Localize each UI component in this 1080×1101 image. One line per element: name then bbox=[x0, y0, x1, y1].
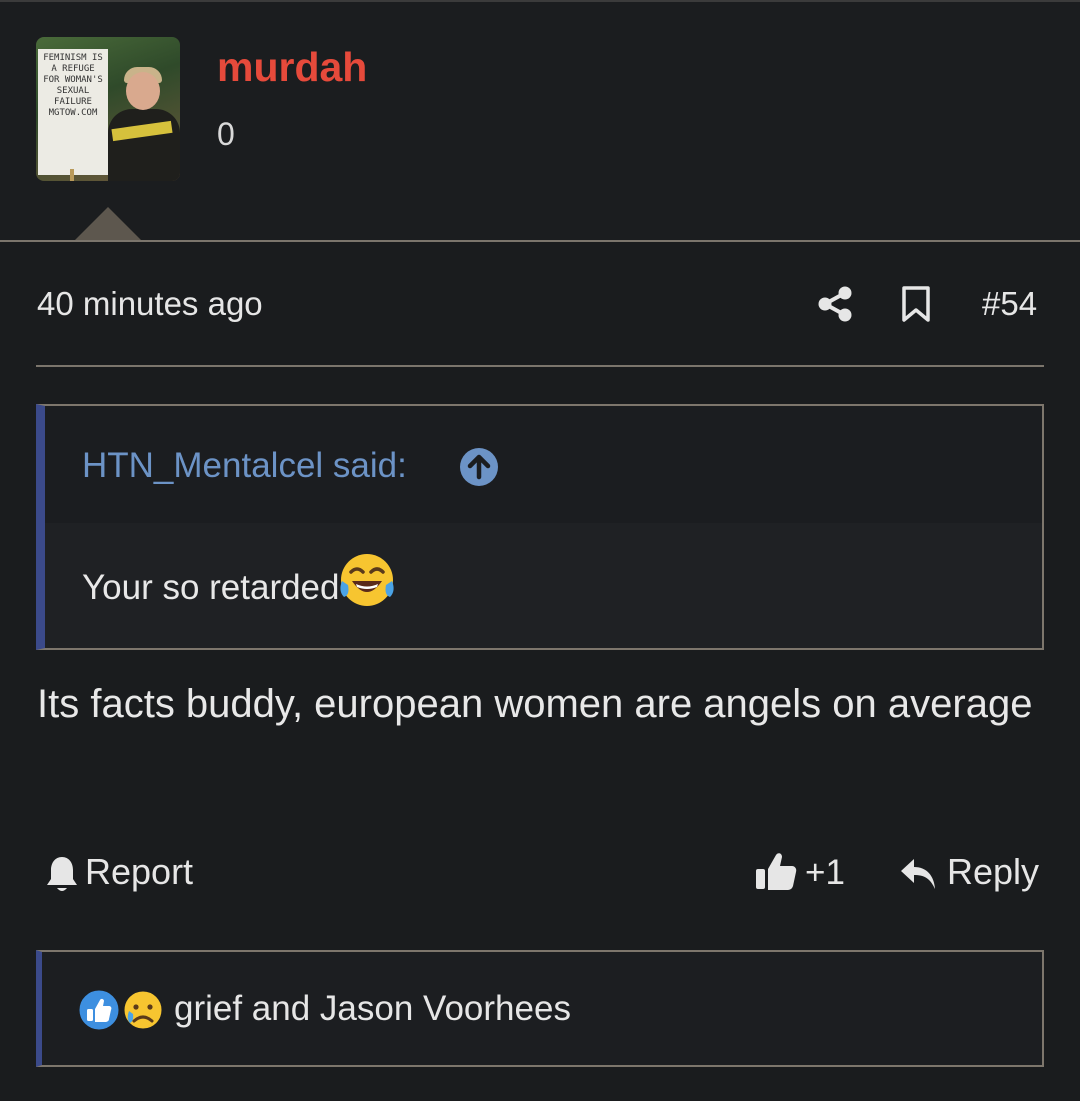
user-header: FEMINISM IS A REFUGE FOR WOMAN'S SEXUAL … bbox=[0, 0, 1080, 241]
thumbs-up-icon[interactable] bbox=[754, 849, 798, 893]
quote-text: Your so retarded bbox=[82, 568, 340, 607]
top-border bbox=[0, 0, 1080, 2]
avatar-sign-line: A REFUGE bbox=[51, 64, 95, 74]
reaction-users-link[interactable]: grief and Jason Voorhees bbox=[174, 989, 571, 1029]
bell-icon bbox=[47, 857, 77, 891]
quote-header: HTN_Mentalcel said: bbox=[45, 406, 1042, 523]
quote-author-link[interactable]: HTN_Mentalcel said: bbox=[82, 446, 407, 486]
avatar-sign-line: FEMINISM IS bbox=[43, 53, 103, 63]
username-link[interactable]: murdah bbox=[217, 44, 367, 91]
quote-block: HTN_Mentalcel said: Your so retarded bbox=[36, 404, 1044, 650]
avatar-sign-line: FOR WOMAN'S bbox=[43, 75, 103, 85]
post-timestamp[interactable]: 40 minutes ago bbox=[37, 285, 263, 323]
avatar-sign-line: SEXUAL bbox=[56, 86, 90, 96]
face-with-tears-of-joy-icon bbox=[339, 554, 394, 606]
reply-arrow-icon bbox=[901, 859, 935, 889]
sad-reaction-icon bbox=[121, 988, 165, 1032]
bookmark-icon[interactable] bbox=[900, 285, 932, 323]
avatar-sign: FEMINISM IS A REFUGE FOR WOMAN'S SEXUAL … bbox=[38, 49, 108, 181]
avatar-sign-line: FAILURE bbox=[54, 97, 92, 107]
quote-body: Your so retarded bbox=[45, 523, 1042, 648]
report-label: Report bbox=[85, 851, 194, 892]
avatar-person-body bbox=[108, 109, 180, 181]
header-divider bbox=[0, 240, 1080, 242]
reactions-bar[interactable]: grief and Jason Voorhees bbox=[36, 950, 1044, 1067]
avatar-sign-stick bbox=[70, 169, 74, 181]
avatar-sign-line: MGTOW.COM bbox=[48, 108, 98, 118]
like-reaction-icon bbox=[76, 987, 122, 1033]
post-number-link[interactable]: #54 bbox=[982, 285, 1037, 323]
user-message-count: 0 bbox=[217, 116, 235, 152]
avatar[interactable]: FEMINISM IS A REFUGE FOR WOMAN'S SEXUAL … bbox=[36, 37, 180, 181]
like-count[interactable]: +1 bbox=[805, 853, 845, 893]
post-message: Its facts buddy, european women are ange… bbox=[37, 682, 1033, 726]
share-icon[interactable] bbox=[817, 285, 853, 323]
header-pointer bbox=[74, 207, 142, 241]
reply-label: Reply bbox=[947, 851, 1040, 892]
meta-divider bbox=[36, 365, 1044, 367]
avatar-person-head bbox=[126, 72, 160, 110]
arrow-up-circle-icon[interactable] bbox=[459, 447, 499, 487]
